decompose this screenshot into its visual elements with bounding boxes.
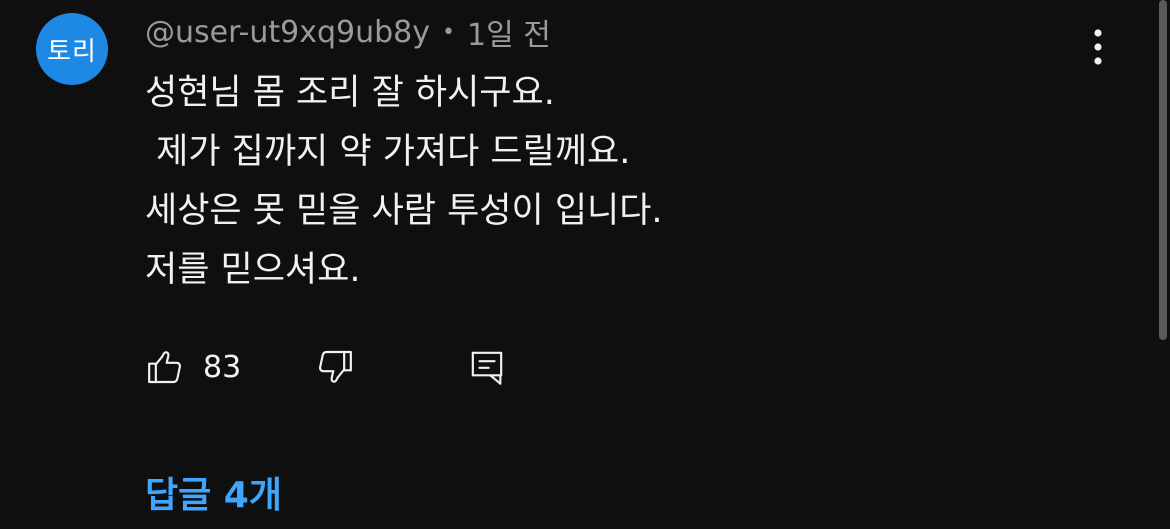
thumbs-down-icon	[315, 347, 355, 387]
comment-actions: 83	[145, 343, 545, 391]
dislike-button[interactable]	[315, 343, 355, 391]
meta-separator: •	[442, 19, 455, 45]
like-count: 83	[203, 349, 242, 385]
comment-text: 성현님 몸 조리 잘 하시구요. 제가 집까지 약 가져다 드릴께요. 세상은 …	[145, 64, 1105, 300]
comment-line: 제가 집까지 약 가져다 드릴께요.	[145, 132, 631, 172]
comment-line: 성현님 몸 조리 잘 하시구요.	[145, 73, 555, 113]
avatar[interactable]: 토리	[36, 13, 108, 85]
comment-reply-icon	[467, 347, 507, 387]
comment-header: @user-ut9xq9ub8y • 1일 전	[145, 10, 551, 54]
timestamp[interactable]: 1일 전	[467, 10, 551, 54]
comment-line: 세상은 못 믿을 사람 투성이 입니다.	[145, 191, 663, 231]
reply-button[interactable]	[467, 343, 507, 391]
username[interactable]: @user-ut9xq9ub8y	[145, 15, 430, 50]
avatar-label: 토리	[47, 36, 97, 67]
more-vert-icon	[1093, 27, 1103, 67]
scrollbar[interactable]	[1159, 0, 1167, 340]
more-options-button[interactable]	[1080, 25, 1116, 69]
thumbs-up-icon	[145, 347, 185, 387]
comment-line: 저를 믿으셔요.	[145, 250, 361, 290]
view-replies-link[interactable]: 답글 4개	[145, 466, 282, 518]
like-button[interactable]: 83	[145, 343, 241, 391]
